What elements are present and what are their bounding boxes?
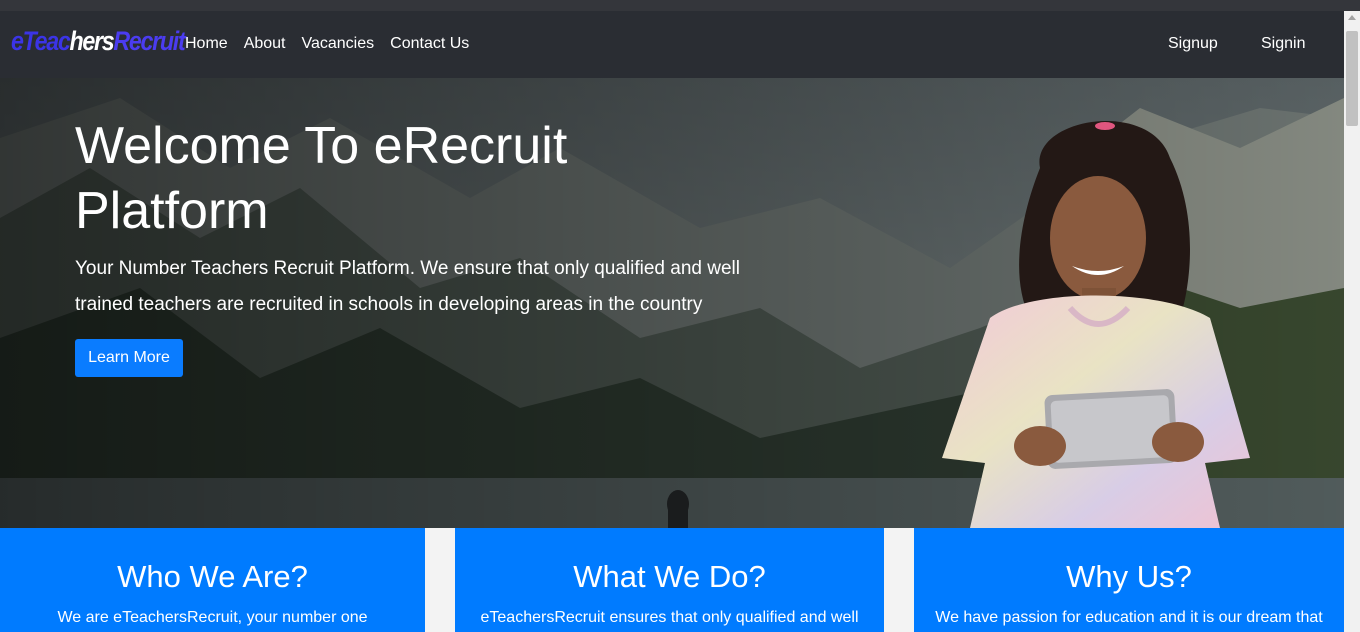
brand-part-1: eTeac [11, 26, 71, 56]
card-text: We are eTeachersRecruit, your number one [57, 609, 368, 626]
hero-description: Your Number Teachers Recruit Platform. W… [75, 258, 740, 315]
card-text: eTeachersRecruit ensures that only quali… [480, 609, 859, 626]
card-title: Who We Are? [117, 559, 308, 594]
page-scrollbar[interactable] [1344, 11, 1360, 632]
card-title: What We Do? [573, 559, 766, 594]
card-what-we-do: What We Do? eTeachersRecruit ensures tha… [455, 528, 884, 632]
card-who-we-are: Who We Are? We are eTeachersRecruit, you… [0, 528, 425, 632]
browser-top-strip [0, 0, 1360, 11]
nav-link-contact[interactable]: Contact Us [390, 35, 469, 53]
signin-link[interactable]: Signin [1261, 35, 1305, 53]
nav-link-home[interactable]: Home [185, 35, 228, 53]
nav-links: Home About Vacancies Contact Us [185, 35, 469, 53]
brand-part-3: Recruit [113, 26, 185, 56]
hero-section: Welcome To eRecruit Platform Your Number… [0, 78, 1344, 528]
hero-title: Welcome To eRecruit Platform [75, 117, 568, 240]
card-title: Why Us? [1066, 559, 1192, 594]
card-text: We have passion for education and it is … [935, 609, 1323, 626]
scroll-up-arrow-icon[interactable] [1348, 15, 1356, 20]
card-why-us: Why Us? We have passion for education an… [914, 528, 1344, 632]
nav-link-about[interactable]: About [244, 35, 286, 53]
brand-logo[interactable]: eTeachersRecruit [11, 26, 186, 57]
scrollbar-thumb[interactable] [1346, 31, 1358, 126]
navbar: eTeachersRecruit Home About Vacancies Co… [0, 11, 1344, 78]
learn-more-button[interactable]: Learn More [75, 339, 183, 377]
signup-link[interactable]: Signup [1168, 35, 1218, 53]
brand-part-2: hers [69, 26, 115, 56]
nav-link-vacancies[interactable]: Vacancies [302, 35, 375, 53]
